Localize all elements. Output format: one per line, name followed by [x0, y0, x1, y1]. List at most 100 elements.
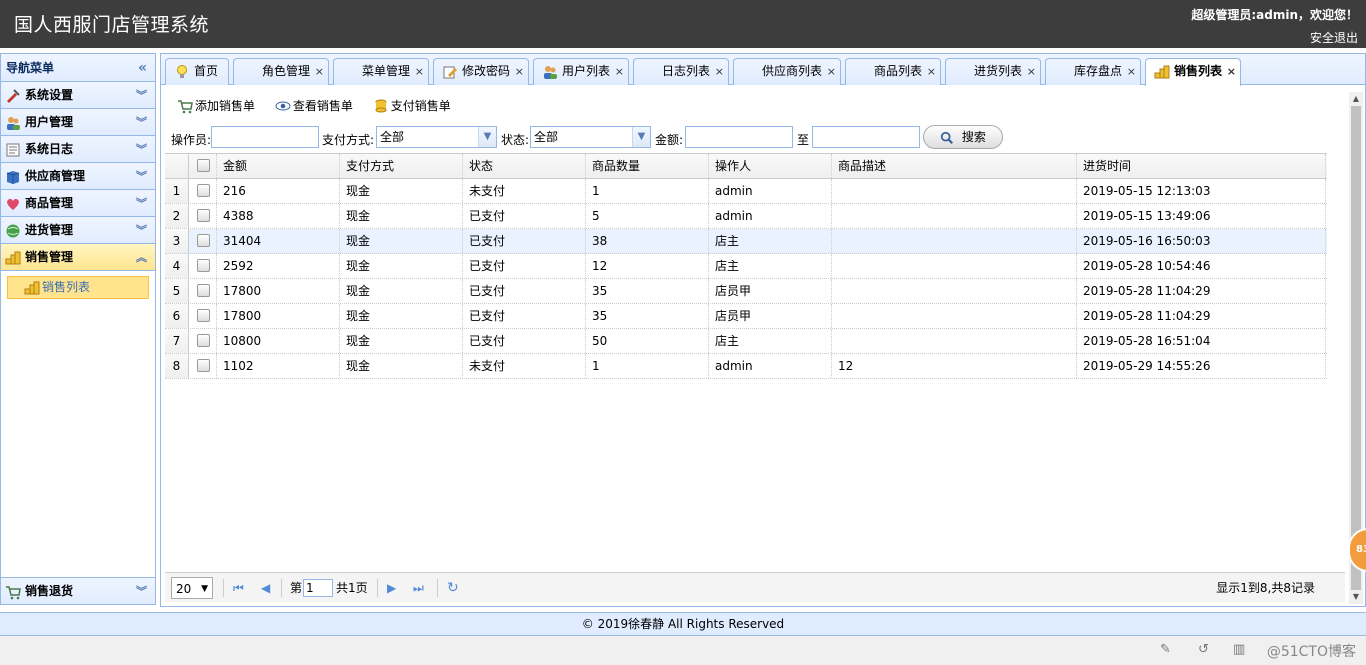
table-row[interactable]: 5 17800 现金 已支付 35 店员甲 2019-05-28 11:04:29 [165, 279, 1327, 304]
table-row[interactable]: 1 216 现金 未支付 1 admin 2019-05-15 12:13:03 [165, 179, 1327, 204]
operator-input[interactable] [211, 126, 319, 148]
status-label: 状态: [501, 133, 530, 147]
close-icon[interactable]: × [515, 59, 524, 84]
checkbox-icon [197, 184, 210, 197]
tab-role-management[interactable]: 角色管理 × [233, 58, 329, 85]
close-icon[interactable]: × [415, 59, 424, 84]
nav-section-supplier-management[interactable]: 供应商管理 ︾ [1, 163, 155, 190]
refresh-icon[interactable]: ↻ [447, 577, 459, 599]
tab-home[interactable]: 首页 [165, 58, 229, 85]
tab-purchase-list[interactable]: 进货列表 × [945, 58, 1041, 85]
view-sales-order-button[interactable]: 查看销售单 [273, 96, 353, 116]
amount-label: 金额: [655, 133, 684, 147]
col-header-amount[interactable]: 金额 [217, 154, 340, 178]
nav-section-sales-management[interactable]: 销售管理 ︽ [1, 244, 155, 271]
collapse-sidebar-icon[interactable]: « [138, 54, 147, 82]
table-cell [832, 279, 1077, 303]
close-icon[interactable]: × [1027, 59, 1036, 84]
close-icon[interactable]: × [927, 59, 936, 84]
close-icon[interactable]: × [1227, 59, 1236, 84]
share-icon[interactable]: ↺ [1198, 642, 1209, 657]
row-checkbox[interactable] [189, 329, 217, 353]
globe-icon [6, 224, 20, 238]
table-row[interactable]: 4 2592 现金 已支付 12 店主 2019-05-28 10:54:46 [165, 254, 1327, 279]
nav-section-label: 系统设置 [25, 88, 74, 102]
table-row[interactable]: 6 17800 现金 已支付 35 店员甲 2019-05-28 11:04:29 [165, 304, 1327, 329]
col-header-operator[interactable]: 操作人 [709, 154, 832, 178]
pay-method-select[interactable]: 全部 ▼ [376, 126, 497, 148]
table-row[interactable]: 2 4388 现金 已支付 5 admin 2019-05-15 13:49:06 [165, 204, 1327, 229]
tools-icon [7, 89, 20, 103]
select-all-checkbox[interactable] [189, 154, 217, 178]
row-checkbox[interactable] [189, 254, 217, 278]
row-checkbox[interactable] [189, 229, 217, 253]
last-page-icon[interactable]: ⏭ [413, 577, 424, 599]
pager: 20 ▼ ⏮ ◀ 第 共1页 ▶ ⏭ ↻ 显示1到8,共8记录 [165, 572, 1345, 602]
record-summary: 显示1到8,共8记录 [1216, 581, 1315, 595]
row-checkbox[interactable] [189, 204, 217, 228]
prev-page-icon[interactable]: ◀ [261, 577, 270, 599]
logout-link[interactable]: 安全退出 [1191, 29, 1358, 46]
table-cell [832, 204, 1077, 228]
table-row[interactable]: 8 1102 现金 未支付 1 admin 12 2019-05-29 14:55:26 [165, 354, 1327, 379]
bottom-bar: ✎ ↺ ▥ @51CTO博客 [0, 636, 1366, 665]
table-cell: 未支付 [463, 354, 586, 378]
tab-change-password[interactable]: 修改密码 × [433, 58, 529, 85]
table-cell: 2019-05-15 13:49:06 [1077, 204, 1326, 228]
trash-icon[interactable]: ▥ [1233, 642, 1245, 657]
tab-inventory-check[interactable]: 库存盘点 × [1045, 58, 1141, 85]
amount-min-input[interactable] [685, 126, 793, 148]
pager-divider [281, 579, 282, 597]
row-checkbox[interactable] [189, 179, 217, 203]
close-icon[interactable]: × [715, 59, 724, 84]
tab-label: 日志列表 [662, 64, 711, 78]
col-header-description[interactable]: 商品描述 [832, 154, 1077, 178]
row-checkbox[interactable] [189, 354, 217, 378]
close-icon[interactable]: × [827, 59, 836, 84]
tab-menu-management[interactable]: 菜单管理 × [333, 58, 429, 85]
row-checkbox[interactable] [189, 304, 217, 328]
sidebar-item-sales-list[interactable]: 销售列表 [7, 276, 149, 299]
next-page-icon[interactable]: ▶ [387, 577, 396, 599]
coins-icon [24, 281, 40, 295]
page-size-select[interactable]: 20 ▼ [171, 577, 213, 599]
table-cell: 未支付 [463, 179, 586, 203]
tab-sales-list[interactable]: 销售列表 × [1145, 58, 1241, 86]
page-prefix-label: 第 [290, 581, 303, 595]
nav-section-user-management[interactable]: 用户管理 ︾ [1, 109, 155, 136]
tab-product-list[interactable]: 商品列表 × [845, 58, 941, 85]
nav-section-product-management[interactable]: 商品管理 ︾ [1, 190, 155, 217]
row-checkbox[interactable] [189, 279, 217, 303]
chevron-down-icon: ︾ [136, 116, 147, 129]
page-number-input[interactable] [303, 579, 333, 597]
col-header-status[interactable]: 状态 [463, 154, 586, 178]
tab-user-list[interactable]: 用户列表 × [533, 58, 629, 85]
col-header-quantity[interactable]: 商品数量 [586, 154, 709, 178]
status-select[interactable]: 全部 ▼ [530, 126, 651, 148]
nav-section-system-settings[interactable]: 系统设置 ︾ [1, 82, 155, 109]
close-icon[interactable]: × [615, 59, 624, 84]
table-cell: 50 [586, 329, 709, 353]
close-icon[interactable]: × [1127, 59, 1136, 84]
col-header-time[interactable]: 进货时间 [1077, 154, 1326, 178]
search-button[interactable]: 搜索 [923, 125, 1003, 149]
pin-icon[interactable]: ✎ [1160, 642, 1171, 657]
scroll-down-icon[interactable]: ▼ [1349, 590, 1363, 604]
table-cell: 38 [586, 229, 709, 253]
nav-section-sales-return[interactable]: 销售退货 ︾ [1, 577, 155, 604]
nav-section-purchase-management[interactable]: 进货管理 ︾ [1, 217, 155, 244]
amount-max-input[interactable] [812, 126, 920, 148]
nav-section-system-log[interactable]: 系统日志 ︾ [1, 136, 155, 163]
pay-sales-order-button[interactable]: 支付销售单 [371, 96, 451, 116]
first-page-icon[interactable]: ⏮ [233, 577, 244, 599]
add-sales-order-button[interactable]: 添加销售单 [175, 96, 255, 116]
table-row[interactable]: 3 31404 现金 已支付 38 店主 2019-05-16 16:50:03 [165, 229, 1327, 254]
scroll-thumb[interactable] [1351, 106, 1361, 590]
vertical-scrollbar[interactable]: ▲ ▼ [1349, 92, 1363, 604]
table-row[interactable]: 7 10800 现金 已支付 50 店主 2019-05-28 16:51:04 [165, 329, 1327, 354]
scroll-up-icon[interactable]: ▲ [1349, 92, 1363, 106]
tab-supplier-list[interactable]: 供应商列表 × [733, 58, 841, 85]
close-icon[interactable]: × [315, 59, 324, 84]
col-header-pay-method[interactable]: 支付方式 [340, 154, 463, 178]
tab-log-list[interactable]: 日志列表 × [633, 58, 729, 85]
